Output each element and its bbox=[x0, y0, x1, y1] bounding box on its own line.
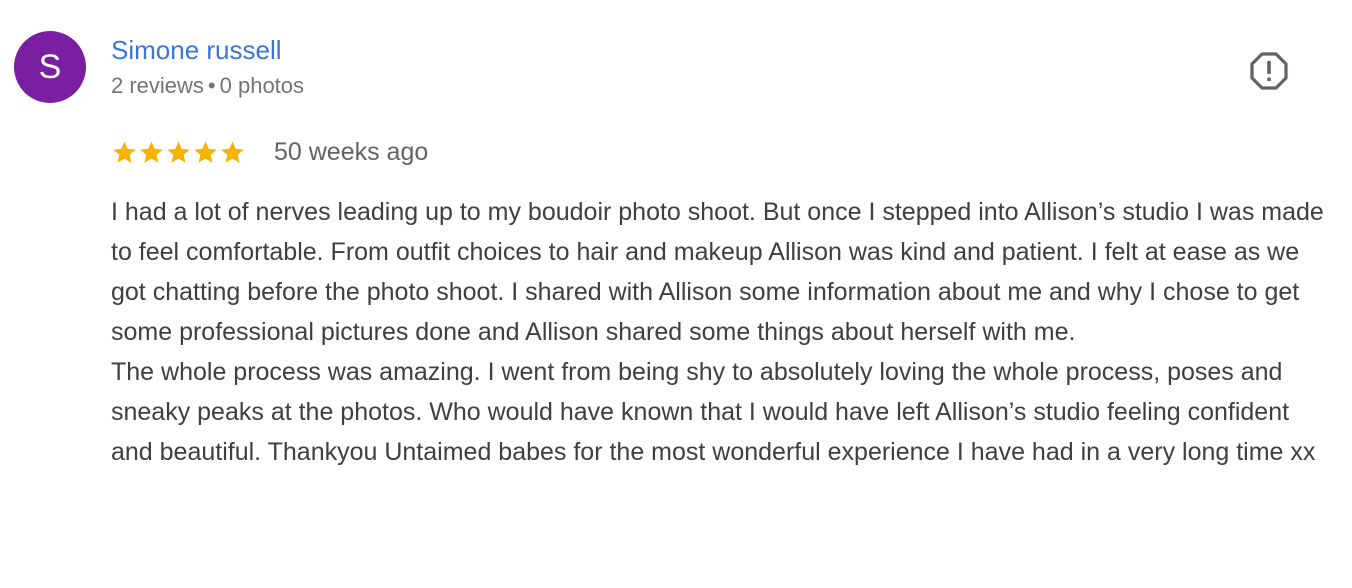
star-icon bbox=[221, 140, 244, 163]
review-paragraph: The whole process was amazing. I went fr… bbox=[111, 358, 1316, 466]
star-icon bbox=[194, 140, 217, 163]
review-paragraph: I had a lot of nerves leading up to my b… bbox=[111, 198, 1324, 346]
photos-count: 0 photos bbox=[219, 73, 305, 98]
avatar[interactable]: S bbox=[14, 31, 86, 103]
star-rating bbox=[111, 137, 246, 167]
star-icon bbox=[167, 140, 190, 163]
report-review-button[interactable] bbox=[1249, 51, 1289, 91]
reviewer-meta: 2 reviews • 0 photos bbox=[111, 72, 304, 100]
review-card: S Simone russell 2 reviews • 0 photos 50 w… bbox=[0, 0, 1352, 588]
star-icon bbox=[113, 140, 136, 163]
review-date: 50 weeks ago bbox=[274, 138, 429, 166]
reviewer-name-link[interactable]: Simone russell bbox=[111, 34, 282, 66]
report-flag-icon bbox=[1250, 52, 1288, 90]
meta-separator: • bbox=[207, 73, 216, 98]
star-icon bbox=[140, 140, 163, 163]
reviews-count: 2 reviews bbox=[111, 73, 204, 98]
review-text: I had a lot of nerves leading up to my b… bbox=[111, 192, 1326, 472]
